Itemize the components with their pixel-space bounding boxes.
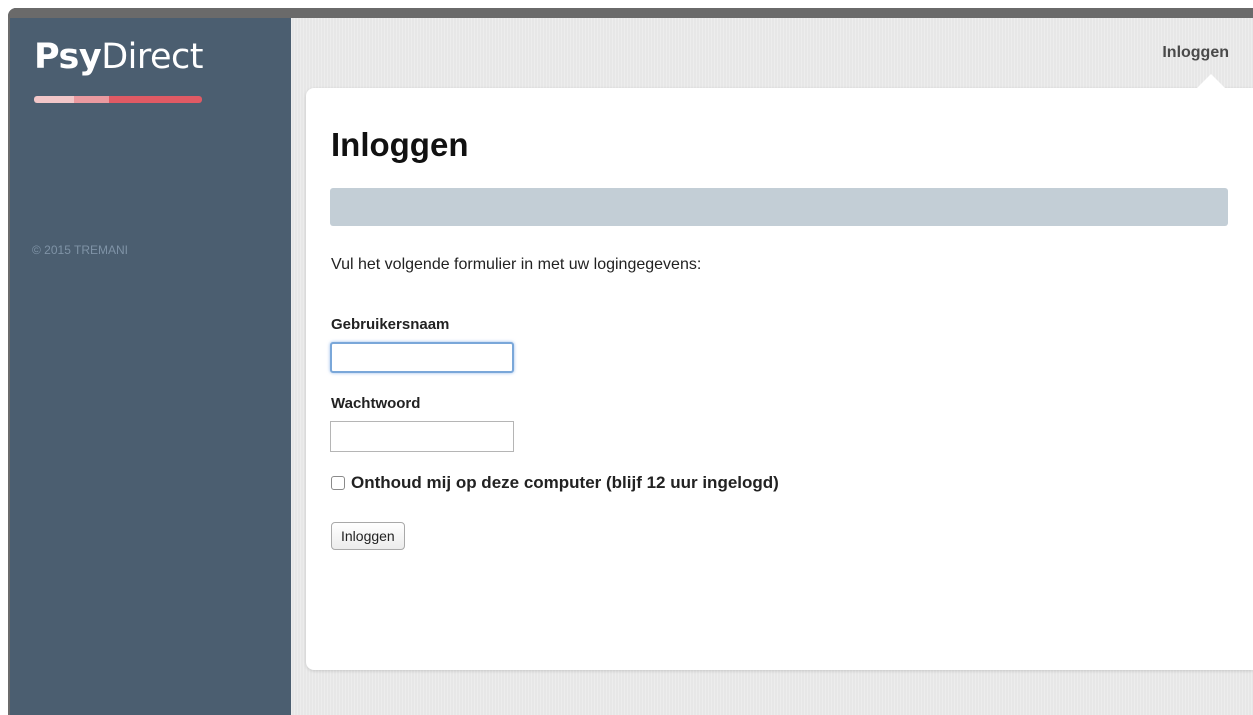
sidebar: PsyDirect © 2015 TREMANI — [10, 18, 291, 715]
copyright-text: © 2015 TREMANI — [32, 243, 128, 257]
logo-secondary-text: Direct — [101, 37, 203, 77]
logo-bar-segment-mid — [74, 96, 109, 103]
main-content: Inloggen Inloggen Vul het volgende formu… — [291, 18, 1253, 715]
logo-primary-text: Psy — [34, 37, 102, 77]
logo-underline-icon — [34, 96, 202, 103]
password-input[interactable] — [330, 421, 514, 452]
username-label: Gebruikersnaam — [331, 316, 450, 333]
remember-me-row[interactable]: Onthoud mij op deze computer (blijf 12 u… — [331, 473, 779, 493]
remember-me-label[interactable]: Onthoud mij op deze computer (blijf 12 u… — [351, 473, 779, 493]
card-notch-icon — [1197, 74, 1225, 88]
logo-bar-segment-dark — [109, 96, 202, 103]
browser-window: PsyDirect © 2015 TREMANI Inloggen Inlogg… — [8, 8, 1253, 715]
login-submit-button[interactable]: Inloggen — [331, 522, 405, 550]
header-login-link[interactable]: Inloggen — [1162, 44, 1229, 62]
page-title: Inloggen — [331, 126, 469, 163]
message-bar — [330, 188, 1228, 226]
password-label: Wachtwoord — [331, 395, 421, 412]
username-input[interactable] — [330, 342, 514, 373]
form-intro-text: Vul het volgende formulier in met uw log… — [331, 256, 702, 273]
logo[interactable]: PsyDirect — [34, 40, 203, 75]
login-card: Inloggen Vul het volgende formulier in m… — [306, 74, 1253, 670]
remember-me-checkbox[interactable] — [331, 476, 345, 490]
window-top-border — [8, 8, 1253, 18]
logo-bar-segment-light — [34, 96, 74, 103]
